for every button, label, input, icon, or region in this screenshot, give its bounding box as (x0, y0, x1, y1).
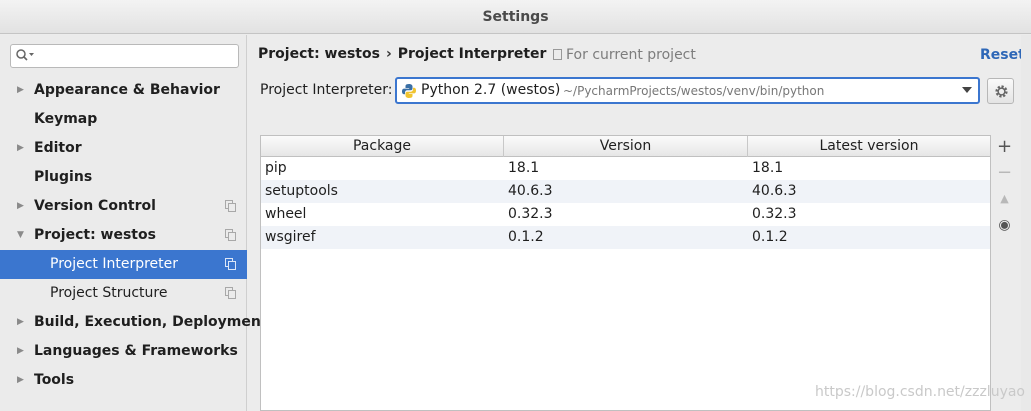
project-scope-icon (553, 49, 562, 60)
chevron-right-icon[interactable]: ▶ (17, 366, 24, 395)
sidebar-item-label: Project Interpreter (50, 256, 179, 272)
table-row[interactable]: wheel 0.32.3 0.32.3 (261, 203, 990, 226)
interpreter-path: ~/PycharmProjects/westos/venv/bin/python (563, 84, 825, 98)
sidebar-item-label: Appearance & Behavior (34, 82, 220, 98)
sidebar-item-appearance-behavior[interactable]: ▶ Appearance & Behavior (0, 76, 247, 105)
sidebar-item-label: Editor (34, 140, 82, 156)
search-input[interactable] (39, 47, 235, 65)
table-row[interactable]: wsgiref 0.1.2 0.1.2 (261, 226, 990, 249)
sidebar-item-keymap[interactable]: Keymap (0, 105, 247, 134)
sidebar-item-tools[interactable]: ▶ Tools (0, 366, 247, 395)
sidebar-item-label: Build, Execution, Deployment (34, 314, 268, 330)
scope-label: For current project (566, 47, 696, 63)
cell-latest: 0.1.2 (752, 229, 788, 245)
settings-sidebar: ▶ Appearance & Behavior Keymap ▶ Editor Plugi… (0, 35, 268, 411)
chevron-right-icon[interactable]: ▶ (17, 192, 24, 221)
cell-latest: 40.6.3 (752, 183, 797, 199)
sidebar-item-label: Languages & Frameworks (34, 343, 238, 359)
chevron-right-icon[interactable]: ▶ (17, 337, 24, 366)
project-scope-icon (225, 200, 236, 212)
breadcrumb-separator: › (385, 46, 392, 62)
interpreter-name: Python 2.7 (westos) (421, 82, 561, 98)
column-header-version[interactable]: Version (504, 136, 748, 157)
cell-package: wsgiref (265, 229, 316, 245)
sidebar-item-label: Tools (34, 372, 75, 388)
breadcrumb: Project: westos › Project Interpreter (258, 46, 546, 62)
sidebar-item-plugins[interactable]: Plugins (0, 163, 247, 192)
cell-package: pip (265, 160, 287, 176)
project-scope-icon (225, 229, 236, 241)
search-icon[interactable] (15, 48, 37, 64)
cell-latest: 18.1 (752, 160, 784, 176)
packages-table: Package Version Latest version pip 18.1 18… (260, 135, 991, 411)
sidebar-item-label: Version Control (34, 198, 156, 214)
gear-icon (995, 85, 1008, 98)
add-icon[interactable]: + (991, 135, 1018, 159)
interpreter-select[interactable]: Python 2.7 (westos) ~/PycharmProjects/we… (395, 77, 980, 104)
eye-icon[interactable]: ◉ (991, 213, 1018, 237)
column-header-package[interactable]: Package (261, 136, 504, 157)
cell-version: 0.1.2 (508, 229, 544, 245)
table-header: Package Version Latest version (261, 136, 990, 157)
sidebar-item-editor[interactable]: ▶ Editor (0, 134, 247, 163)
interpreter-settings-button[interactable] (987, 78, 1014, 104)
sidebar-item-build-execution-deployment[interactable]: ▶ Build, Execution, Deployment (0, 308, 268, 337)
sidebar-item-version-control[interactable]: ▶ Version Control (0, 192, 247, 221)
chevron-right-icon[interactable]: ▶ (17, 308, 24, 337)
package-toolbar: + − ▲ ◉ (991, 135, 1018, 411)
table-row[interactable]: pip 18.1 18.1 (261, 157, 990, 180)
cell-version: 0.32.3 (508, 206, 553, 222)
sidebar-item-label: Project Structure (50, 285, 168, 301)
chevron-right-icon[interactable]: ▶ (17, 134, 24, 163)
sidebar-item-project-structure[interactable]: Project Structure (0, 279, 247, 308)
cell-package: setuptools (265, 183, 338, 199)
python-icon (402, 84, 416, 98)
sidebar-item-languages-frameworks[interactable]: ▶ Languages & Frameworks (0, 337, 247, 366)
breadcrumb-project[interactable]: Project: westos (258, 46, 380, 62)
reset-link[interactable]: Reset (980, 47, 1025, 63)
window-title: Settings (0, 0, 1031, 34)
table-row[interactable]: setuptools 40.6.3 40.6.3 (261, 180, 990, 203)
chevron-down-icon[interactable]: ▼ (17, 221, 24, 250)
breadcrumb-current: Project Interpreter (397, 46, 547, 62)
watermark: https://blog.csdn.net/zzzluyao (815, 384, 1025, 400)
cell-latest: 0.32.3 (752, 206, 797, 222)
sidebar-item-label: Project: westos (34, 227, 156, 243)
cell-package: wheel (265, 206, 307, 222)
cell-version: 18.1 (508, 160, 540, 176)
column-header-latest-version[interactable]: Latest version (748, 136, 990, 157)
cell-version: 40.6.3 (508, 183, 553, 199)
project-scope-icon (225, 258, 236, 270)
interpreter-label: Project Interpreter: (260, 82, 393, 98)
sidebar-item-project-westos[interactable]: ▼ Project: westos (0, 221, 247, 250)
sidebar-item-project-interpreter[interactable]: Project Interpreter (0, 250, 247, 279)
scrollbar[interactable] (1021, 35, 1031, 411)
scope-indicator: For current project (553, 47, 696, 63)
search-box[interactable] (10, 44, 239, 68)
sidebar-item-label: Keymap (34, 111, 98, 127)
chevron-right-icon[interactable]: ▶ (17, 76, 24, 105)
chevron-down-icon[interactable] (962, 87, 972, 93)
upgrade-icon[interactable]: ▲ (991, 187, 1018, 211)
sidebar-item-label: Plugins (34, 169, 93, 185)
remove-icon[interactable]: − (991, 161, 1018, 185)
project-scope-icon (225, 287, 236, 299)
